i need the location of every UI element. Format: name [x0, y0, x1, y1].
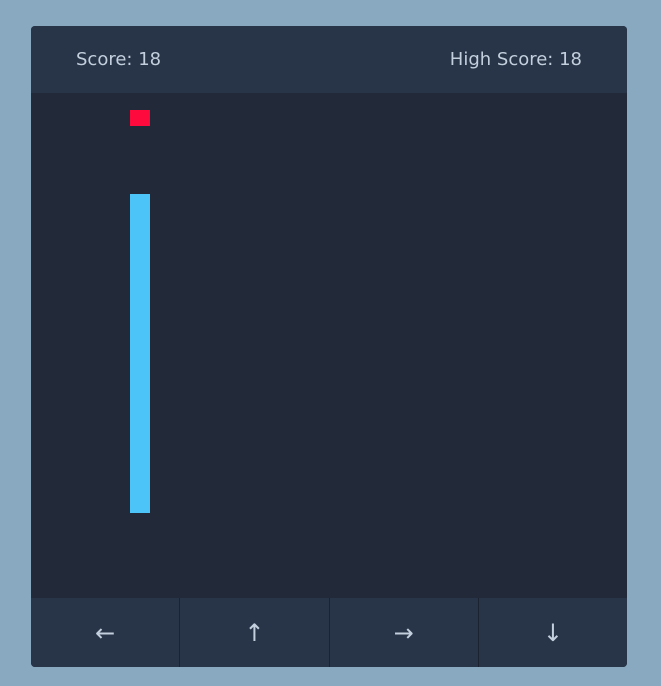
arrow-down-icon: ↓: [542, 618, 563, 647]
move-up-button[interactable]: ↑: [180, 598, 330, 667]
move-down-button[interactable]: ↓: [479, 598, 627, 667]
score-label: Score: 18: [76, 49, 162, 70]
high-score-label: High Score: 18: [449, 49, 582, 70]
move-right-button[interactable]: →: [330, 598, 479, 667]
game-window: Score: 18 High Score: 18 ← ↑ → ↓: [31, 26, 627, 667]
snake-body: [130, 194, 150, 513]
direction-controls: ← ↑ → ↓: [31, 598, 627, 667]
arrow-right-icon: →: [393, 618, 414, 647]
game-board: [31, 93, 627, 598]
move-left-button[interactable]: ←: [31, 598, 181, 667]
food-item: [130, 110, 150, 126]
arrow-up-icon: ↑: [244, 618, 265, 647]
score-bar: Score: 18 High Score: 18: [31, 26, 627, 93]
arrow-left-icon: ←: [95, 618, 116, 647]
